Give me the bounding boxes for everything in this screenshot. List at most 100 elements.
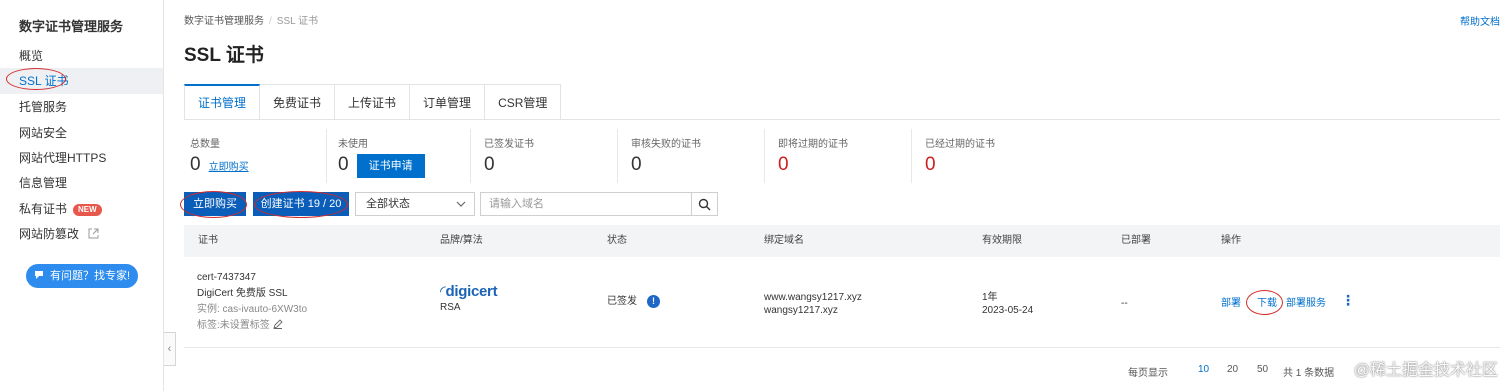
apply-cert-button[interactable]: 证书申请 <box>356 154 425 178</box>
breadcrumb-current: SSL 证书 <box>276 16 319 27</box>
search-icon[interactable] <box>691 193 717 215</box>
ask-expert-button[interactable]: 有问题？找专家! <box>26 264 138 288</box>
tab-bar: 证书管理 免费证书 上传证书 订单管理 CSR管理 <box>184 84 562 120</box>
tab-csr-management[interactable]: CSR管理 <box>485 84 562 120</box>
column-header-deployed: 已部署 <box>1121 235 1151 246</box>
edit-icon[interactable] <box>272 319 283 331</box>
ask-expert-label: 有问题？找专家! <box>50 270 131 282</box>
stat-value: 0 <box>190 154 201 175</box>
sidebar-title: 数字证书管理服务 <box>19 19 124 34</box>
info-icon[interactable]: ! <box>647 295 660 308</box>
breadcrumb-root[interactable]: 数字证书管理服务 <box>184 16 264 27</box>
stat-value: 0 <box>631 154 642 175</box>
stat-value: 0 <box>338 154 349 175</box>
stat-label: 已经过期的证书 <box>925 139 995 150</box>
breadcrumb: 数字证书管理服务 / SSL 证书 <box>184 12 318 27</box>
status-select[interactable]: 全部状态 <box>355 192 475 216</box>
tab-divider <box>184 119 1500 120</box>
sidebar-item-overview[interactable]: 概览 <box>0 43 163 69</box>
stat-value: 0 <box>925 154 936 175</box>
column-header-domain: 绑定域名 <box>764 235 804 246</box>
page-title: SSL 证书 <box>184 45 264 66</box>
page-size-20[interactable]: 20 <box>1227 364 1238 375</box>
buy-now-link[interactable]: 立即购买 <box>209 162 249 173</box>
new-badge: NEW <box>73 203 102 216</box>
page-size-10[interactable]: 10 <box>1198 364 1209 375</box>
digicert-logo: ◜digicert <box>440 283 498 300</box>
chevron-down-icon <box>456 193 466 223</box>
sidebar-item-ssl[interactable]: SSL 证书 <box>0 68 163 94</box>
sidebar-item-tamper-protection[interactable]: 网站防篡改 <box>0 221 163 247</box>
stat-expiring: 即将过期的证书 0 <box>764 129 911 183</box>
sidebar-item-label: 网站代理HTTPS <box>19 151 107 165</box>
sidebar-item-label: 信息管理 <box>19 176 68 190</box>
sidebar-item-label: 网站防篡改 <box>19 227 80 241</box>
stat-label: 审核失败的证书 <box>631 139 701 150</box>
brand-name: digicert <box>445 283 498 300</box>
help-doc-link[interactable]: 帮助文档 <box>1460 13 1500 28</box>
stat-label: 未使用 <box>338 139 368 150</box>
status-text: 已签发 <box>607 296 637 308</box>
brand-cell: ◜digicert RSA <box>440 283 498 314</box>
stat-failed: 审核失败的证书 0 <box>617 129 764 183</box>
sidebar-item-site-security[interactable]: 网站安全 <box>0 120 163 146</box>
domain-search <box>480 192 718 216</box>
create-cert-button[interactable]: 创建证书 19 / 20 <box>253 192 349 216</box>
sidebar-item-info-management[interactable]: 信息管理 <box>0 170 163 196</box>
sidebar-item-label: 私有证书 <box>19 202 68 216</box>
stat-label: 即将过期的证书 <box>778 139 848 150</box>
deploy-service-action[interactable]: 部署服务 <box>1286 297 1326 310</box>
page-size-50[interactable]: 50 <box>1257 364 1268 375</box>
sidebar-item-https-proxy[interactable]: 网站代理HTTPS <box>0 145 163 171</box>
tab-cert-management[interactable]: 证书管理 <box>184 84 261 120</box>
cert-tag-label: 标签:未设置标签 <box>197 320 270 331</box>
table-header: 证书 品牌/算法 状态 绑定域名 有效期限 已部署 操作 <box>184 225 1500 257</box>
stat-value: 0 <box>778 154 789 175</box>
stat-label: 总数量 <box>190 139 220 150</box>
tab-order-management[interactable]: 订单管理 <box>410 84 486 120</box>
sidebar-item-label: 网站安全 <box>19 126 68 140</box>
column-header-validity: 有效期限 <box>982 235 1022 246</box>
column-header-actions: 操作 <box>1221 235 1241 246</box>
tab-upload-cert[interactable]: 上传证书 <box>335 84 411 120</box>
stat-value: 0 <box>484 154 495 175</box>
sidebar: 数字证书管理服务 概览 SSL 证书 托管服务 网站安全 网站代理HTTPS 信… <box>0 0 164 391</box>
domain-cell: www.wangsy1217.xyz wangsy1217.xyz <box>764 291 862 317</box>
sidebar-item-label: 概览 <box>19 49 44 63</box>
sidebar-item-label: SSL 证书 <box>19 74 69 88</box>
stat-label: 已签发证书 <box>484 139 534 150</box>
sidebar-item-private-cert[interactable]: 私有证书 NEW <box>0 196 163 222</box>
deployed-cell: -- <box>1121 298 1128 309</box>
watermark: @稀土掘金技术社区 <box>1353 362 1498 379</box>
column-header-brand: 品牌/算法 <box>440 235 483 246</box>
download-action[interactable]: 下载 <box>1257 297 1277 310</box>
per-page-label: 每页显示 <box>1128 368 1168 379</box>
deploy-action[interactable]: 部署 <box>1221 297 1241 310</box>
chat-icon <box>34 270 50 282</box>
validity-cell: 1年 2023-05-24 <box>982 291 1033 317</box>
validity-period: 1年 <box>982 292 998 303</box>
sidebar-item-hosting[interactable]: 托管服务 <box>0 94 163 120</box>
sidebar-item-label: 托管服务 <box>19 100 68 114</box>
domain-search-input[interactable] <box>481 193 691 215</box>
stat-issued: 已签发证书 0 <box>470 129 617 183</box>
table-row: cert-7437347 DigiCert 免费版 SSL 实例: cas-iv… <box>184 257 1500 348</box>
column-header-cert: 证书 <box>198 235 218 246</box>
domain-item: wangsy1217.xyz <box>764 305 838 316</box>
cert-name: DigiCert 免费版 SSL <box>197 288 288 299</box>
tab-free-cert[interactable]: 免费证书 <box>260 84 336 120</box>
algorithm: RSA <box>440 302 461 313</box>
breadcrumb-separator: / <box>269 16 272 27</box>
buy-now-button[interactable]: 立即购买 <box>184 192 246 216</box>
column-header-status: 状态 <box>607 235 627 246</box>
total-count: 共 1 条数据 <box>1283 368 1335 379</box>
cert-id: cert-7437347 <box>197 272 256 283</box>
stat-unused: 未使用 0 证书申请 <box>326 129 470 183</box>
cert-instance: 实例: cas-ivauto-6XW3to <box>197 304 308 315</box>
cert-tag[interactable]: 标签:未设置标签 <box>197 319 307 332</box>
more-options-icon[interactable]: ⋮ <box>1341 292 1355 309</box>
status-cell: 已签发! <box>607 295 660 308</box>
external-link-icon <box>88 222 99 248</box>
stat-expired: 已经过期的证书 0 <box>911 129 1058 183</box>
status-select-value: 全部状态 <box>366 198 410 210</box>
